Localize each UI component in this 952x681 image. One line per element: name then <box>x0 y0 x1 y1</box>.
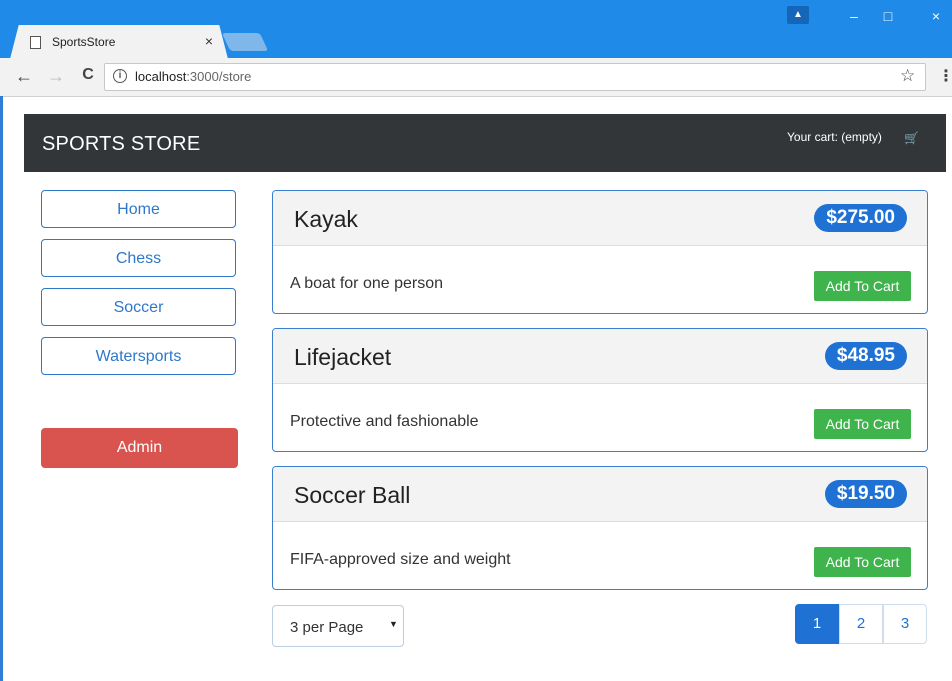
product-name: Soccer Ball <box>294 482 411 508</box>
maximize-button[interactable]: □ <box>874 8 902 24</box>
add-to-cart-button[interactable]: Add To Cart <box>814 271 911 301</box>
forward-arrow-icon[interactable]: → <box>46 66 66 87</box>
cart-summary[interactable]: Your cart: (empty) <box>787 130 882 144</box>
reload-icon[interactable]: C <box>78 66 98 84</box>
product-description: A boat for one person <box>290 275 443 292</box>
product-card: Lifejacket $48.95 Protective and fashion… <box>272 328 928 452</box>
bookmark-star-icon[interactable]: ☆ <box>900 66 915 86</box>
browser-tab[interactable] <box>10 25 228 59</box>
product-card: Kayak $275.00 A boat for one person Add … <box>272 190 928 314</box>
chevron-down-icon: ▼ <box>389 619 398 629</box>
admin-button[interactable]: Admin <box>41 428 238 468</box>
window-border <box>0 96 3 681</box>
url-path: :3000/store <box>186 69 252 84</box>
document-icon <box>30 36 41 49</box>
page-button-1[interactable]: 1 <box>795 604 839 644</box>
category-button-home[interactable]: Home <box>41 190 236 228</box>
add-to-cart-button[interactable]: Add To Cart <box>814 409 911 439</box>
store-brand[interactable]: SPORTS STORE <box>42 133 200 156</box>
page-button-2[interactable]: 2 <box>839 604 883 644</box>
new-tab-button[interactable] <box>221 33 269 51</box>
tab-close-icon[interactable]: × <box>202 33 216 49</box>
category-button-chess[interactable]: Chess <box>41 239 236 277</box>
product-card-header: Soccer Ball $19.50 <box>273 467 927 522</box>
site-info-icon[interactable]: i <box>113 69 127 83</box>
product-card: Soccer Ball $19.50 FIFA-approved size an… <box>272 466 928 590</box>
category-button-watersports[interactable]: Watersports <box>41 337 236 375</box>
browser-menu-icon[interactable]: ⋮ <box>938 66 952 86</box>
profile-icon[interactable]: ▲ <box>787 6 809 24</box>
close-window-button[interactable]: × <box>922 8 950 24</box>
product-name: Kayak <box>294 206 358 232</box>
product-card-header: Kayak $275.00 <box>273 191 927 246</box>
price-badge: $275.00 <box>814 204 907 232</box>
add-to-cart-button[interactable]: Add To Cart <box>814 547 911 577</box>
address-url[interactable]: localhost:3000/store <box>135 69 251 84</box>
url-host: localhost <box>135 69 187 84</box>
price-badge: $48.95 <box>824 342 907 370</box>
category-button-soccer[interactable]: Soccer <box>41 288 236 326</box>
tab-title: SportsStore <box>52 35 116 49</box>
cart-icon[interactable]: 🛒 <box>904 131 919 145</box>
product-description: Protective and fashionable <box>290 413 479 430</box>
back-arrow-icon[interactable]: ← <box>14 66 34 87</box>
page-button-3[interactable]: 3 <box>883 604 927 644</box>
product-description: FIFA-approved size and weight <box>290 551 511 568</box>
minimize-button[interactable]: – <box>840 8 868 24</box>
product-name: Lifejacket <box>294 344 392 370</box>
page-size-value: 3 per Page <box>290 619 364 636</box>
product-card-header: Lifejacket $48.95 <box>273 329 927 384</box>
price-badge: $19.50 <box>824 480 907 508</box>
